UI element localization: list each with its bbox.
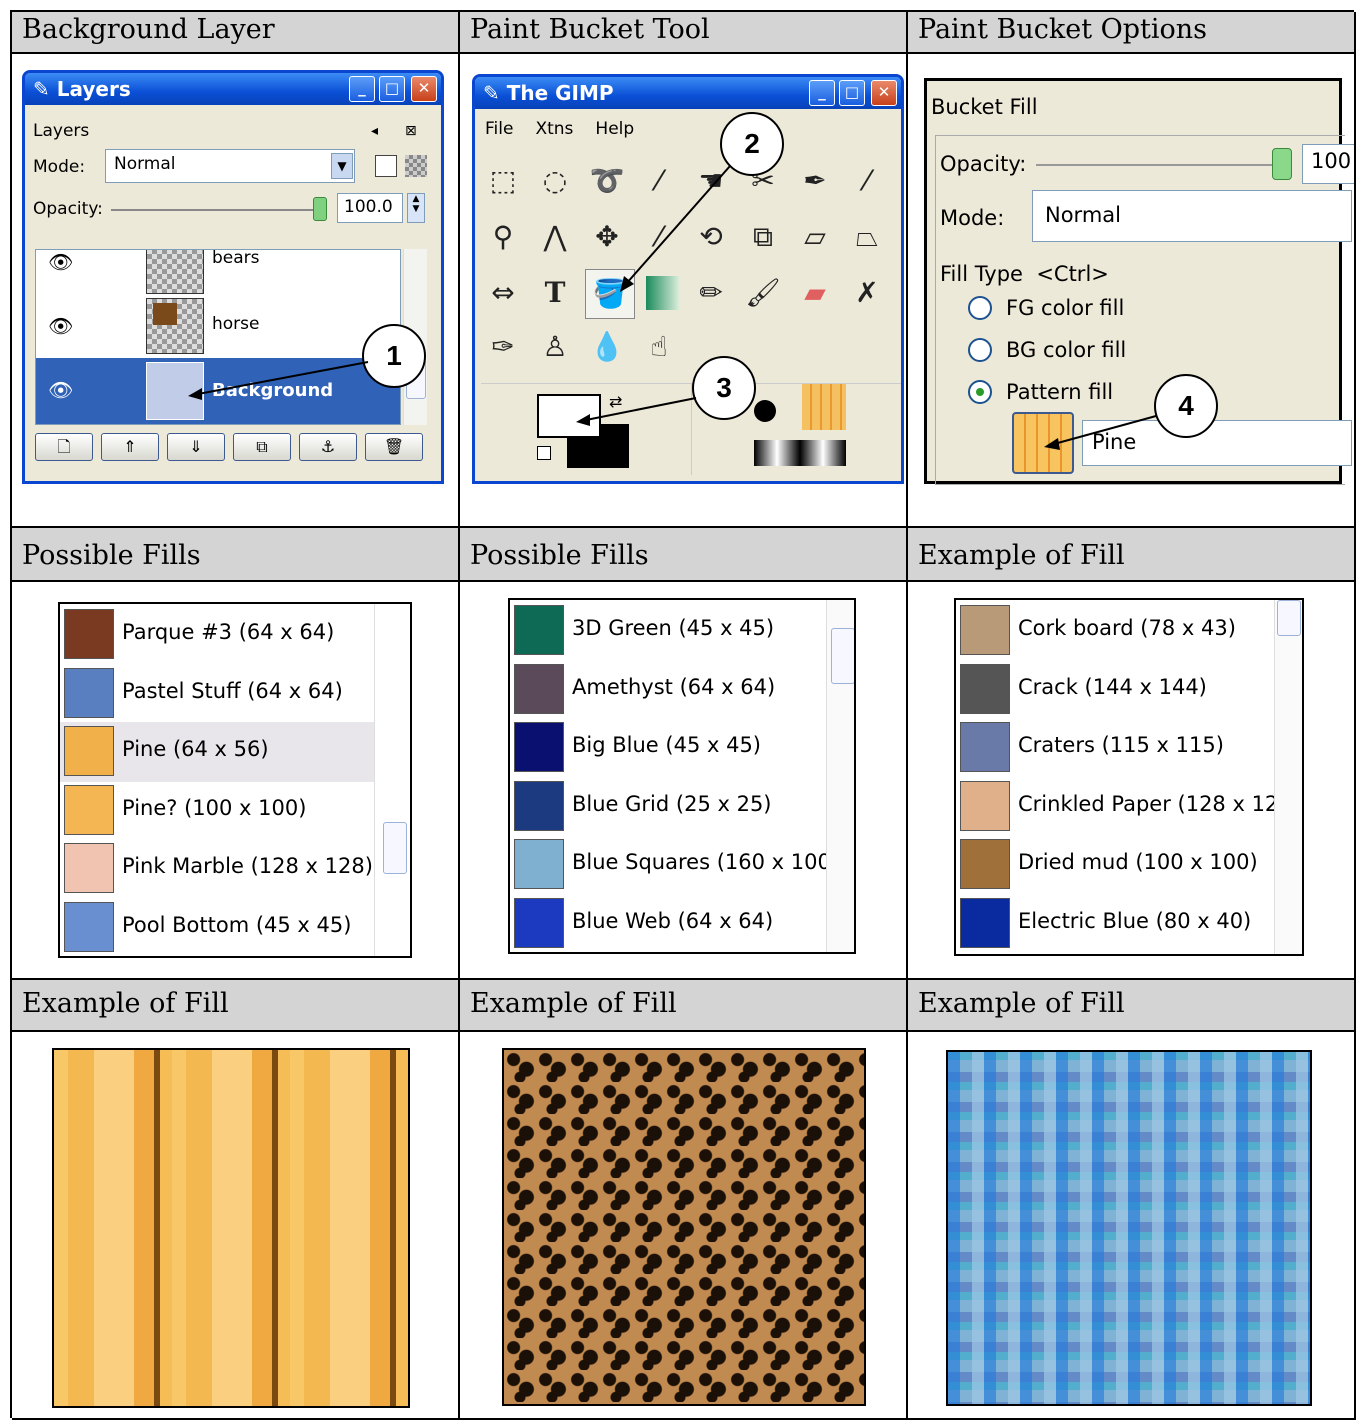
pattern-scrollbar[interactable]: [374, 604, 410, 956]
pattern-list-1: Parque #3 (64 x 64) Pastel Stuff (64 x 64…: [58, 602, 412, 958]
pattern-swatch: [514, 663, 564, 714]
cell-example-pine: [12, 1032, 460, 1420]
pattern-name: Craters (115 x 115): [1018, 733, 1224, 757]
pattern-swatch: [64, 667, 114, 718]
pattern-swatch: [514, 839, 564, 889]
pattern-swatch: [960, 722, 1010, 772]
cell-example-blue-squares: [908, 1032, 1356, 1420]
pattern-name: Dried mud (100 x 100): [1018, 850, 1258, 874]
pattern-list-3: Cork board (78 x 43) Crack (144 x 144) Cra…: [954, 598, 1304, 956]
pattern-name: Pine (64 x 56): [122, 737, 269, 761]
pattern-swatch: [514, 780, 564, 831]
cell-layers: ✎ Layers _ □ ✕ Layers ◂ ⊠ Mode: Normal ▼…: [12, 54, 460, 528]
cell-patterns-1: Parque #3 (64 x 64) Pastel Stuff (64 x 64…: [12, 582, 460, 980]
pattern-scrollbar[interactable]: [1274, 600, 1302, 954]
pattern-swatch: [64, 726, 114, 776]
pattern-swatch: [64, 609, 114, 659]
pattern-name: Crinkled Paper (128 x 128): [1018, 791, 1300, 816]
pattern-name: Pink Marble (128 x 128): [122, 854, 373, 878]
pattern-swatch: [960, 897, 1010, 948]
pattern-name: Blue Web (64 x 64): [572, 908, 774, 933]
scroll-thumb[interactable]: [1277, 600, 1301, 636]
pattern-name: Amethyst (64 x 64): [572, 674, 776, 699]
header-paint-bucket-options: Paint Bucket Options: [908, 12, 1356, 54]
pattern-name: Blue Grid (25 x 25): [572, 791, 772, 816]
pattern-swatch: [960, 663, 1010, 714]
tutorial-grid: Background Layer Paint Bucket Tool Paint…: [10, 10, 1356, 1420]
cell-example-leopard: [460, 1032, 908, 1420]
pattern-name: Big Blue (45 x 45): [572, 733, 761, 757]
pattern-scrollbar[interactable]: [826, 600, 854, 952]
pattern-swatch: [960, 605, 1010, 655]
header-example-fill-2: Example of Fill: [12, 980, 460, 1032]
pattern-swatch: [514, 605, 564, 655]
leopard-fill-example: [502, 1048, 866, 1406]
header-example-fill-3: Example of Fill: [460, 980, 908, 1032]
cell-paint-bucket-tool: ✎ The GIMP _ □ ✕ File Xtns Help ⬚ ◌ ➰ ⁄ …: [460, 54, 908, 528]
pattern-name: Crack (144 x 144): [1018, 674, 1207, 699]
header-possible-fills-1: Possible Fills: [12, 528, 460, 582]
pattern-swatch: [960, 780, 1010, 831]
pattern-name: Electric Blue (80 x 40): [1018, 908, 1252, 933]
blue-squares-fill-example: [946, 1050, 1312, 1406]
pattern-name: Cork board (78 x 43): [1018, 616, 1236, 640]
pattern-swatch: [64, 843, 114, 893]
pattern-name: Blue Squares (160 x 100): [572, 850, 840, 874]
pattern-swatch: [960, 839, 1010, 889]
arrows-2-3: [576, 165, 731, 426]
pattern-swatch: [514, 897, 564, 948]
pattern-swatch: [64, 901, 114, 952]
arrow-4: [1044, 415, 1157, 450]
header-possible-fills-2: Possible Fills: [460, 528, 908, 582]
pattern-name: Pool Bottom (45 x 45): [122, 912, 352, 937]
pattern-swatch: [514, 722, 564, 772]
cell-patterns-2: 3D Green (45 x 45) Amethyst (64 x 64) Big …: [460, 582, 908, 980]
header-paint-bucket-tool: Paint Bucket Tool: [460, 12, 908, 54]
cell-paint-bucket-options: Bucket Fill Opacity: 100 Mode: Normal Fi…: [908, 54, 1356, 528]
cell-patterns-3: Cork board (78 x 43) Crack (144 x 144) Cra…: [908, 582, 1356, 980]
pattern-name: Pastel Stuff (64 x 64): [122, 678, 343, 703]
pattern-name: Parque #3 (64 x 64): [122, 620, 335, 644]
pattern-list-2: 3D Green (45 x 45) Amethyst (64 x 64) Big …: [508, 598, 856, 954]
header-example-fill-1: Example of Fill: [908, 528, 1356, 582]
scroll-thumb[interactable]: [831, 628, 854, 684]
header-example-fill-4: Example of Fill: [908, 980, 1356, 1032]
header-background-layer: Background Layer: [12, 12, 460, 54]
pine-fill-example: [52, 1048, 410, 1408]
pattern-name: Pine? (100 x 100): [122, 795, 307, 820]
scroll-thumb[interactable]: [383, 822, 407, 874]
arrow-1: [188, 361, 369, 400]
pattern-name: 3D Green (45 x 45): [572, 616, 775, 640]
pattern-swatch: [64, 784, 114, 835]
